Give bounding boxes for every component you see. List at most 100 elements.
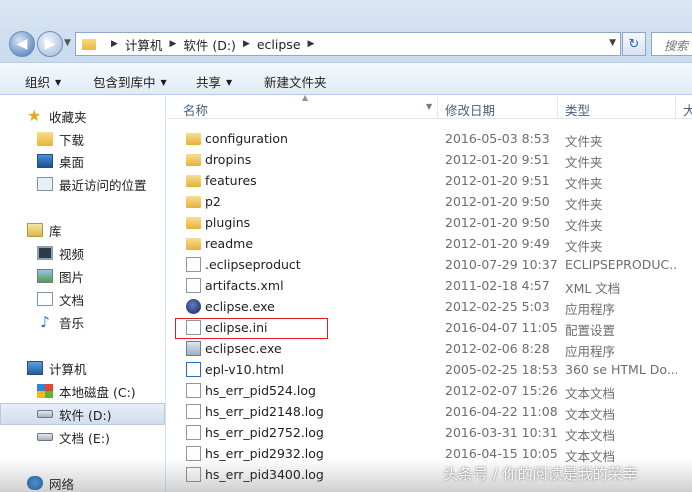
sidebar-item-favorites[interactable]: ★ 收藏夹 [0, 105, 165, 127]
column-header-type[interactable]: 类型 [565, 100, 590, 119]
eclipse-exe-icon [186, 299, 201, 314]
include-in-library-button[interactable]: 包含到库中 ▼ [93, 72, 167, 91]
sidebar-item-label: 本地磁盘 (C:) [59, 384, 136, 400]
chevron-right-icon[interactable]: ▶ [308, 39, 315, 49]
file-name: plugins [205, 215, 251, 230]
exe-icon [186, 341, 201, 356]
file-date-modified: 2016-04-22 11:08 [445, 404, 558, 419]
document-icon [37, 292, 53, 306]
file-type: 文本文档 [565, 428, 616, 443]
chevron-down-icon: ▼ [160, 78, 167, 87]
address-bar-area: ◀ ▶ ▼ ▶ 计算机 ▶ 软件 (D:) ▶ eclipse ▶ ▼ ↻ 搜索 [0, 0, 692, 62]
file-type: 360 se HTML Do... [565, 362, 677, 377]
sidebar-item-label: 计算机 [49, 361, 87, 377]
video-icon [37, 246, 53, 260]
sidebar-item-label: 桌面 [59, 154, 85, 170]
column-header-date[interactable]: 修改日期 [445, 100, 495, 119]
star-icon: ★ [27, 106, 42, 125]
windows-drive-icon [37, 384, 53, 398]
sidebar-item-libraries[interactable]: 库 [0, 219, 165, 241]
file-row[interactable]: eclipse.exe 2012-02-25 5:03 应用程序 [167, 296, 692, 317]
breadcrumb[interactable]: ▶ 计算机 ▶ 软件 (D:) ▶ eclipse ▶ ▼ [75, 32, 621, 56]
address-dropdown-icon[interactable]: ▼ [609, 38, 616, 48]
file-row[interactable]: readme 2012-01-20 9:49 文件夹 [167, 233, 692, 254]
file-name: artifacts.xml [205, 278, 284, 293]
file-date-modified: 2012-01-20 9:50 [445, 215, 550, 230]
file-name: .eclipseproduct [205, 257, 301, 272]
text-file-icon [186, 383, 201, 398]
forward-button[interactable]: ▶ [37, 31, 63, 57]
file-row[interactable]: plugins 2012-01-20 9:50 文件夹 [167, 212, 692, 233]
recent-pages-dropdown-icon[interactable]: ▼ [64, 38, 71, 48]
sidebar-item-pictures[interactable]: 图片 [0, 265, 165, 287]
file-row[interactable]: hs_err_pid2752.log 2016-03-31 10:31 文本文档 [167, 422, 692, 443]
file-row[interactable]: eclipsec.exe 2012-02-06 8:28 应用程序 [167, 338, 692, 359]
file-row[interactable]: hs_err_pid2148.log 2016-04-22 11:08 文本文档 [167, 401, 692, 422]
file-type: 文件夹 [565, 218, 603, 233]
file-date-modified: 2012-01-20 9:51 [445, 152, 550, 167]
file-icon [186, 257, 201, 272]
share-label: 共享 [196, 75, 222, 90]
sidebar-item-computer[interactable]: 计算机 [0, 357, 165, 379]
file-row[interactable]: features 2012-01-20 9:51 文件夹 [167, 170, 692, 191]
chevron-down-icon: ▼ [226, 78, 233, 87]
file-date-modified: 2012-01-20 9:49 [445, 236, 550, 251]
file-name: features [205, 173, 257, 188]
column-header-row: ▲ 名称 ▼ 修改日期 类型 大 [167, 93, 692, 119]
command-bar: 组织 ▼ 包含到库中 ▼ 共享 ▼ 新建文件夹 [0, 62, 692, 95]
column-divider[interactable] [675, 96, 676, 119]
sidebar-item-documents[interactable]: 文档 [0, 288, 165, 310]
organize-button[interactable]: 组织 ▼ [25, 72, 61, 91]
sidebar-item-recent-places[interactable]: 最近访问的位置 [0, 173, 165, 195]
sidebar-item-music[interactable]: ♪ 音乐 [0, 311, 165, 333]
chevron-right-icon[interactable]: ▶ [243, 39, 250, 49]
column-header-name[interactable]: 名称 [183, 100, 208, 119]
file-row[interactable]: artifacts.xml 2011-02-18 4:57 XML 文档 [167, 275, 692, 296]
column-filter-dropdown-icon[interactable]: ▼ [426, 102, 432, 111]
file-row[interactable]: p2 2012-01-20 9:50 文件夹 [167, 191, 692, 212]
search-input[interactable]: 搜索 [651, 32, 692, 56]
sidebar-item-label: 文档 (E:) [59, 430, 110, 446]
file-date-modified: 2012-01-20 9:50 [445, 194, 550, 209]
text-file-icon [186, 404, 201, 419]
back-button[interactable]: ◀ [9, 31, 35, 57]
file-name: dropins [205, 152, 252, 167]
sidebar-item-downloads[interactable]: 下载 [0, 128, 165, 150]
file-type: 文本文档 [565, 407, 616, 422]
drive-icon [37, 410, 53, 418]
file-date-modified: 2012-02-07 15:26 [445, 383, 558, 398]
chevron-right-icon[interactable]: ▶ [169, 39, 176, 49]
sidebar-item-label: 视频 [59, 246, 85, 262]
refresh-button[interactable]: ↻ [622, 32, 646, 56]
watermark-text: 头条号 / 你的阅读是我的荣幸 [443, 465, 638, 483]
share-button[interactable]: 共享 ▼ [196, 72, 232, 91]
file-row[interactable]: epl-v10.html 2005-02-25 18:53 360 se HTML … [167, 359, 692, 380]
sidebar-item-label: 图片 [59, 269, 85, 285]
chevron-right-icon[interactable]: ▶ [111, 39, 118, 49]
breadcrumb-computer[interactable]: 计算机 [125, 35, 163, 54]
file-row[interactable]: .eclipseproduct 2010-07-29 10:37 ECLIPSEPR… [167, 254, 692, 275]
sort-ascending-icon: ▲ [302, 93, 309, 102]
file-date-modified: 2016-05-03 8:53 [445, 131, 550, 146]
sidebar-item-drive-e[interactable]: 文档 (E:) [0, 426, 165, 448]
sidebar-item-drive-c[interactable]: 本地磁盘 (C:) [0, 380, 165, 402]
file-row[interactable]: hs_err_pid524.log 2012-02-07 15:26 文本文档 [167, 380, 692, 401]
file-name: epl-v10.html [205, 362, 285, 377]
sidebar-item-desktop[interactable]: 桌面 [0, 150, 165, 172]
column-header-size[interactable]: 大 [683, 100, 692, 119]
file-row[interactable]: configuration 2016-05-03 8:53 文件夹 [167, 128, 692, 149]
folder-icon [186, 196, 201, 208]
file-date-modified: 2012-01-20 9:51 [445, 173, 550, 188]
sidebar-item-drive-d[interactable]: 软件 (D:) [0, 403, 165, 425]
file-name: configuration [205, 131, 288, 146]
file-row[interactable]: dropins 2012-01-20 9:51 文件夹 [167, 149, 692, 170]
file-name: readme [205, 236, 254, 251]
breadcrumb-eclipse[interactable]: eclipse [257, 37, 301, 52]
sidebar-item-label: 下载 [59, 132, 85, 148]
breadcrumb-drive-d[interactable]: 软件 (D:) [183, 35, 236, 54]
column-divider[interactable] [557, 96, 558, 119]
new-folder-button[interactable]: 新建文件夹 [264, 72, 327, 91]
chevron-down-icon: ▼ [55, 78, 62, 87]
sidebar-item-videos[interactable]: 视频 [0, 242, 165, 264]
column-divider[interactable] [437, 96, 438, 119]
